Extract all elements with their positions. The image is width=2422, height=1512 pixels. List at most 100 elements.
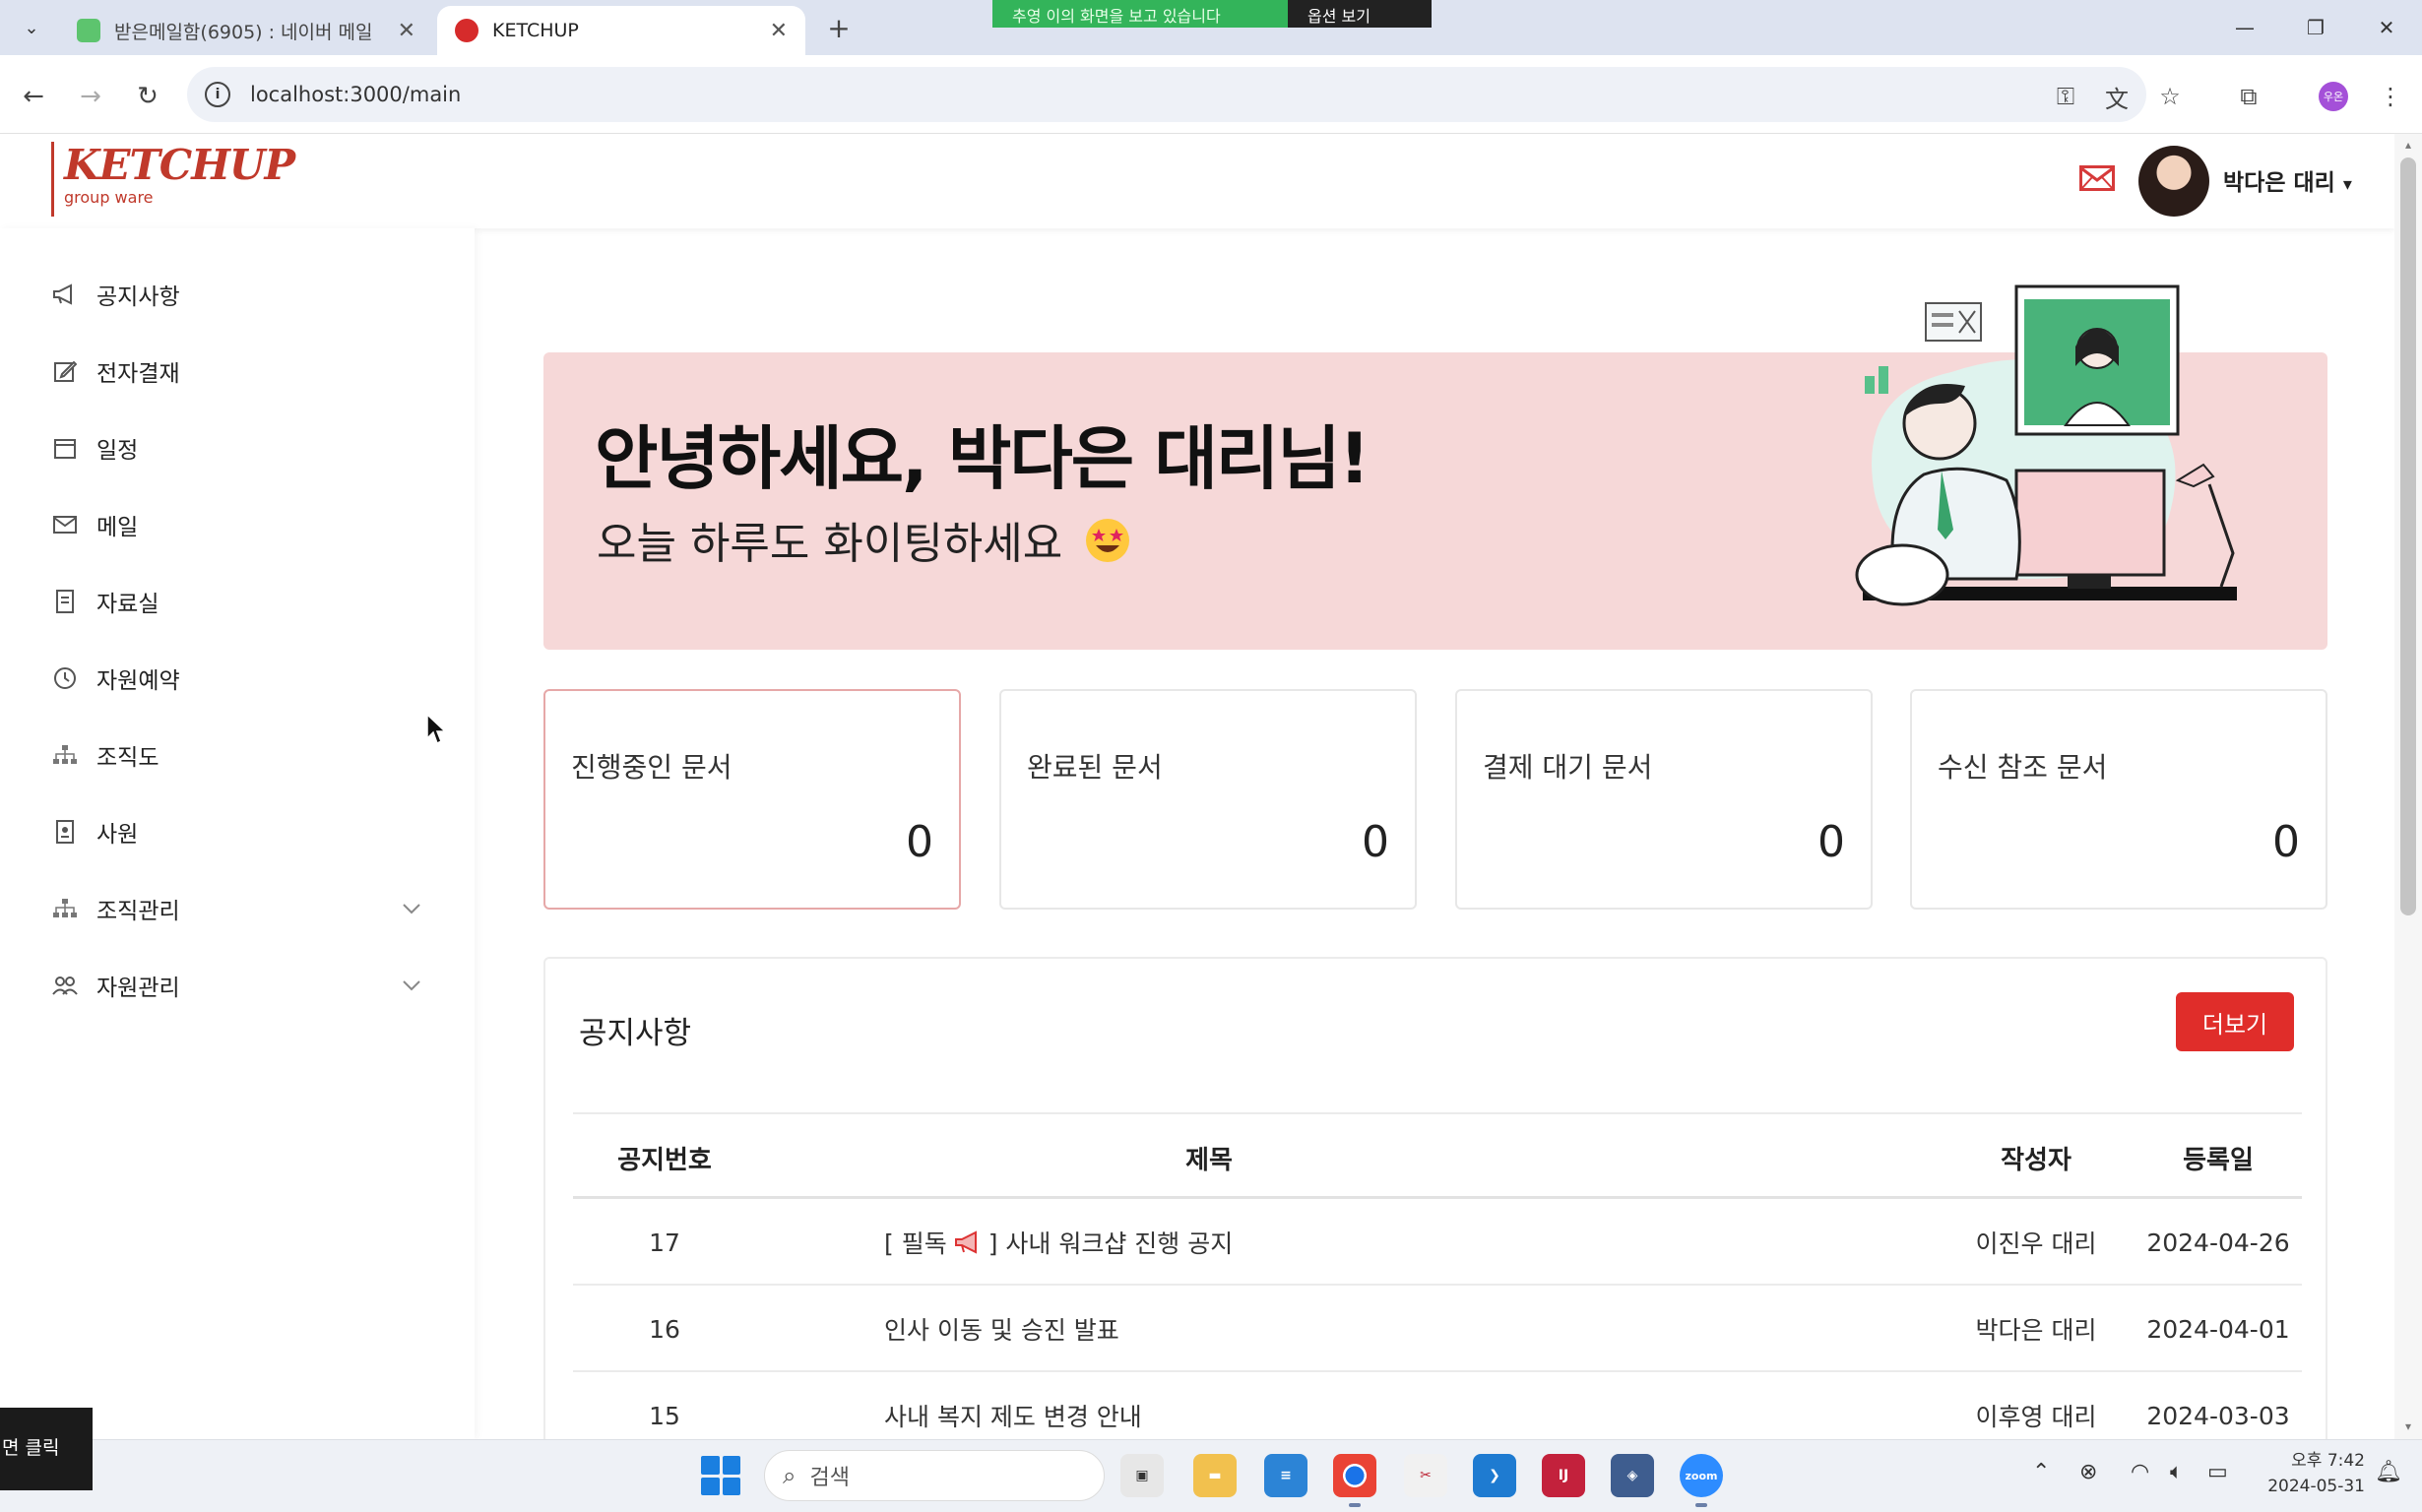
notice-number: 16 — [649, 1314, 680, 1344]
address-bar[interactable]: i localhost:3000/main — [187, 67, 2146, 122]
sidebar-item-notices[interactable]: 공지사항 — [51, 270, 425, 319]
tray-x-icon[interactable]: ⊗ — [2079, 1460, 2097, 1484]
sidebar-item-mail[interactable]: 메일 — [51, 500, 425, 549]
task-view-icon[interactable]: ▣ — [1120, 1454, 1164, 1497]
mail-icon[interactable] — [2079, 165, 2115, 191]
column-header-date: 등록일 — [2183, 1145, 2254, 1175]
stat-card-completed[interactable]: 완료된 문서 0 — [999, 689, 1417, 910]
user-name: 박다은 대리 — [2223, 170, 2335, 196]
stat-card-in-progress[interactable]: 진행중인 문서 0 — [543, 689, 961, 910]
notification-bell-icon[interactable]: 🔔︎ — [2375, 1460, 2402, 1484]
sidebar-item-archive[interactable]: 자료실 — [51, 577, 425, 626]
sidebar-item-approval[interactable]: 전자결재 — [51, 346, 425, 396]
notice-author: 박다은 대리 — [1975, 1316, 2097, 1345]
card-label: 수신 참조 문서 — [1938, 751, 2108, 784]
translate-icon[interactable]: ⽂ — [2099, 79, 2135, 114]
sidebar-item-label: 일정 — [96, 438, 139, 464]
sidebar-item-label: 조직관리 — [96, 899, 180, 924]
reload-icon[interactable]: ↻ — [128, 77, 167, 116]
volume-icon[interactable]: 🔈︎ — [2170, 1460, 2183, 1484]
tab-search-chevron-icon[interactable]: ⌄ — [16, 12, 47, 43]
file-explorer-icon[interactable]: ▬ — [1193, 1454, 1237, 1497]
zoom-icon[interactable]: zoom — [1680, 1454, 1723, 1507]
more-button[interactable]: 더보기 — [2176, 992, 2294, 1051]
scroll-down-arrow-icon[interactable]: ▾ — [2400, 1419, 2416, 1435]
tray-overflow-chevron-icon[interactable]: ⌃ — [2032, 1460, 2050, 1484]
database-tool-icon[interactable]: ◈ — [1611, 1454, 1654, 1497]
scrollbar-thumb[interactable] — [2400, 158, 2416, 915]
megaphone-icon — [51, 281, 79, 308]
wifi-icon[interactable]: ◠ — [2131, 1460, 2149, 1484]
screen-share-options-button[interactable]: 옵션 보기 — [1288, 0, 1432, 28]
new-tab-button[interactable]: + — [821, 10, 857, 45]
sidebar-item-resource-management[interactable]: 자원관리 — [51, 961, 425, 1010]
app-header: KETCHUP group ware 박다은 대리 ▾ — [0, 134, 2394, 228]
sidebar-item-employees[interactable]: 사원 — [51, 807, 425, 856]
sidebar-item-label: 조직도 — [96, 745, 159, 771]
windows-taskbar: ⌕ 검색 ▣ ▬ ≡ ✂ ❯ IJ ◈ zoom ⌃ ⊗ ◠ 🔈︎ ▭ 오후 7… — [0, 1439, 2422, 1512]
naver-mail-icon — [77, 19, 100, 42]
taskbar-clock[interactable]: 오후 7:42 2024-05-31 — [2257, 1448, 2365, 1499]
stat-card-awaiting-approval[interactable]: 결제 대기 문서 0 — [1455, 689, 1873, 910]
taskbar-search[interactable]: ⌕ 검색 — [764, 1450, 1105, 1501]
browser-tab-bar: ⌄ 받은메일함(6905) : 네이버 메일 ✕ KETCHUP ✕ + 추영 … — [0, 0, 2422, 55]
snipping-tool-icon[interactable]: ✂ — [1404, 1454, 1447, 1497]
notepad-icon[interactable]: ≡ — [1264, 1454, 1307, 1497]
notice-title-prefix: [ 필독 — [884, 1229, 947, 1258]
sidebar-item-org-chart[interactable]: 조직도 — [51, 730, 425, 780]
star-struck-emoji-icon — [1086, 519, 1130, 562]
sidebar-item-label: 자료실 — [96, 592, 159, 617]
ketchup-logo[interactable]: KETCHUP group ware — [51, 142, 295, 217]
intellij-icon[interactable]: IJ — [1542, 1454, 1585, 1497]
megaphone-icon — [954, 1230, 977, 1254]
tab-title: 받은메일함(6905) : 네이버 메일 — [114, 21, 373, 43]
minimize-button[interactable]: — — [2215, 10, 2274, 45]
user-menu-button[interactable]: 박다은 대리 ▾ — [2223, 163, 2352, 197]
forward-icon[interactable]: → — [71, 77, 110, 116]
battery-icon[interactable]: ▭ — [2207, 1460, 2228, 1484]
chevron-down-icon[interactable] — [398, 972, 425, 999]
profile-avatar-button[interactable]: 우온 — [2316, 79, 2351, 114]
extensions-icon[interactable]: ⧉ — [2231, 79, 2266, 114]
close-icon[interactable]: ✕ — [398, 19, 415, 43]
user-avatar[interactable] — [2138, 146, 2209, 217]
scroll-up-arrow-icon[interactable]: ▴ — [2400, 138, 2416, 154]
chrome-icon[interactable] — [1333, 1454, 1376, 1507]
sidebar-item-org-management[interactable]: 조직관리 — [51, 884, 425, 933]
stat-card-cc-received[interactable]: 수신 참조 문서 0 — [1910, 689, 2327, 910]
caret-down-icon: ▾ — [2342, 174, 2352, 195]
panel-title: 공지사항 — [579, 1016, 692, 1051]
table-header-row: 공지번호 제목 작성자 등록일 — [573, 1112, 2302, 1199]
browser-toolbar: ← → ↻ i localhost:3000/main ⚿ ⽂ ☆ ⧉ 우온 ⋮ — [0, 55, 2422, 134]
notice-title-link[interactable]: 인사 이동 및 승진 발표 — [884, 1286, 1869, 1372]
vscode-icon[interactable]: ❯ — [1473, 1454, 1516, 1497]
table-row[interactable]: 17 [ 필독 ] 사내 워크샵 진행 공지 이진우 대리 2024-04-26 — [573, 1199, 2302, 1286]
close-icon[interactable]: ✕ — [770, 19, 788, 43]
mail-icon — [51, 511, 79, 538]
browser-tab-ketchup[interactable]: KETCHUP ✕ — [437, 6, 805, 55]
password-key-icon[interactable]: ⚿ — [2048, 79, 2083, 114]
card-label: 결제 대기 문서 — [1483, 751, 1653, 784]
sidebar-item-resource-booking[interactable]: 자원예약 — [51, 654, 425, 703]
screen-share-message: 추영 이의 화면을 보고 있습니다 — [992, 0, 1288, 28]
sidebar-item-schedule[interactable]: 일정 — [51, 423, 425, 472]
card-value: 0 — [1362, 817, 1389, 867]
sidebar-item-label: 자원예약 — [96, 668, 180, 694]
mouse-cursor-icon — [426, 713, 447, 745]
card-label: 진행중인 문서 — [571, 751, 733, 784]
close-window-button[interactable]: ✕ — [2357, 10, 2416, 45]
site-info-icon[interactable]: i — [205, 82, 230, 107]
notice-title-link[interactable]: [ 필독 ] 사내 워크샵 진행 공지 — [884, 1199, 1869, 1286]
bookmark-star-icon[interactable]: ☆ — [2152, 79, 2188, 114]
clock-time: 오후 7:42 — [2291, 1451, 2365, 1471]
page-scrollbar[interactable]: ▴ ▾ — [2394, 134, 2422, 1439]
chevron-down-icon[interactable] — [398, 895, 425, 922]
restore-button[interactable]: ❐ — [2286, 10, 2345, 45]
org-chart-icon — [51, 741, 79, 769]
windows-start-icon[interactable] — [701, 1456, 740, 1495]
browser-tab-naver-mail[interactable]: 받은메일함(6905) : 네이버 메일 ✕ — [59, 6, 433, 55]
greeting-subtitle: 오늘 하루도 화이팅하세요 — [597, 508, 1131, 571]
table-row[interactable]: 16 인사 이동 및 승진 발표 박다은 대리 2024-04-01 — [573, 1286, 2302, 1372]
browser-menu-icon[interactable]: ⋮ — [2373, 79, 2408, 114]
back-icon[interactable]: ← — [14, 77, 53, 116]
